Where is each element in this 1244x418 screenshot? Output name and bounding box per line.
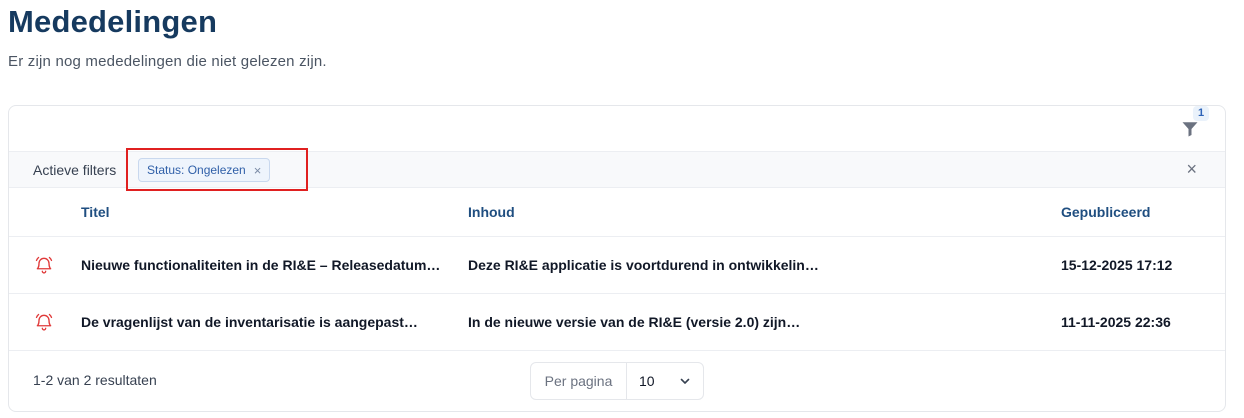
filter-icon [1182,122,1198,137]
row-published: 15-12-2025 17:12 [1061,257,1173,273]
toolbar: 1 [9,106,1225,151]
bell-icon [35,256,53,274]
filter-chip-label: Status: Ongelezen [147,163,246,177]
row-content: In de nieuwe versie van de RI&E (versie … [468,314,801,330]
per-page-control: Per pagina 10 [530,362,704,400]
table-row[interactable]: De vragenlijst van de inventarisatie is … [9,294,1225,351]
active-filters-label: Actieve filters [33,162,117,178]
close-icon[interactable]: × [254,164,262,177]
notifications-card: 1 Actieve filters Status: Ongelezen × × … [8,105,1226,412]
table-header: Titel Inhoud Gepubliceerd [9,188,1225,237]
filter-chip-status[interactable]: Status: Ongelezen × [138,158,271,182]
bell-icon [35,313,53,331]
per-page-value: 10 [639,373,655,389]
row-content: Deze RI&E applicatie is voortdurend in o… [468,257,819,273]
page-title: Mededelingen [8,4,218,39]
table-row[interactable]: Nieuwe functionaliteiten in de RI&E – Re… [9,237,1225,294]
row-published: 11-11-2025 22:36 [1061,314,1171,330]
column-header-published[interactable]: Gepubliceerd [1061,204,1150,220]
column-header-content[interactable]: Inhoud [468,204,515,220]
row-title: Nieuwe functionaliteiten in de RI&E – Re… [81,257,441,273]
page-subtitle: Er zijn nog mededelingen die niet geleze… [8,53,327,70]
results-count: 1-2 van 2 resultaten [33,372,157,388]
chevron-down-icon [680,378,690,384]
filter-count-badge: 1 [1193,106,1209,121]
clear-filters-button[interactable]: × [1186,160,1197,178]
per-page-select[interactable]: 10 [627,363,703,399]
active-filters-bar: Actieve filters Status: Ongelezen × × [9,148,1225,191]
table-footer: 1-2 van 2 resultaten Per pagina 10 [9,351,1225,411]
column-header-title[interactable]: Titel [81,204,110,220]
row-title: De vragenlijst van de inventarisatie is … [81,314,418,330]
per-page-label: Per pagina [531,363,627,399]
filter-button[interactable]: 1 [1181,106,1209,138]
